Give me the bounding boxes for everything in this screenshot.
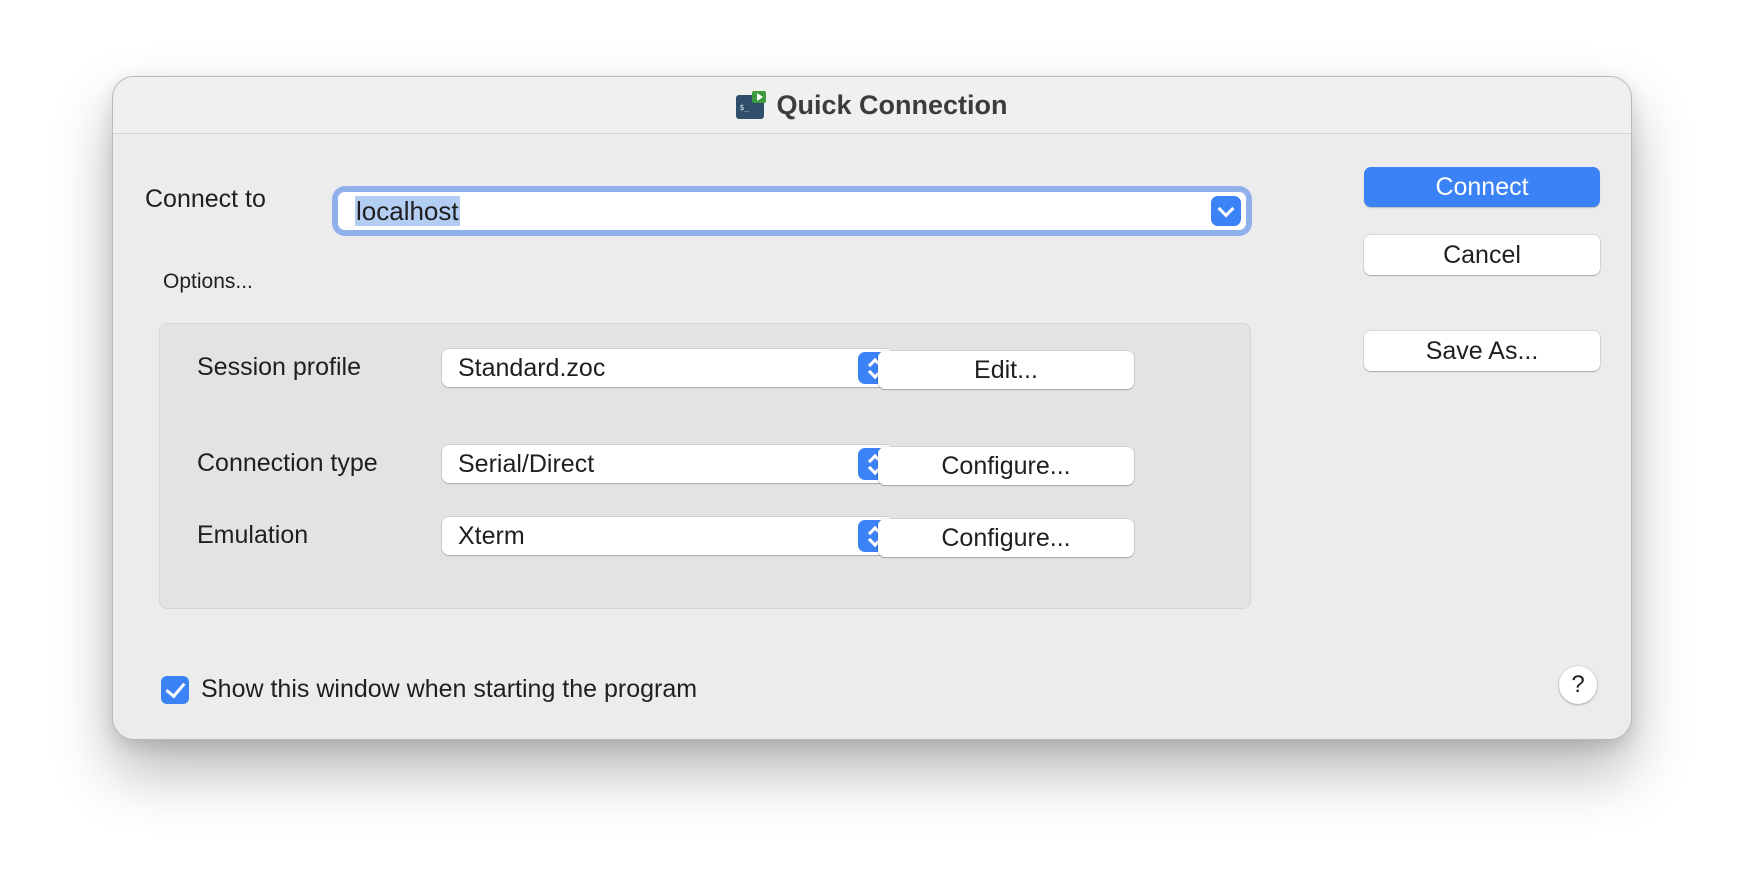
emulation-select[interactable]: Xterm — [442, 517, 894, 555]
session-profile-value: Standard.zoc — [458, 354, 606, 382]
quick-connection-window: $_ Quick Connection Connect to localhost… — [112, 76, 1632, 740]
chevron-down-icon — [1217, 200, 1235, 218]
connection-type-select[interactable]: Serial/Direct — [442, 445, 894, 483]
session-profile-select[interactable]: Standard.zoc — [442, 349, 894, 387]
emulation-value: Xterm — [458, 522, 525, 550]
configure-emulation-button[interactable]: Configure... — [878, 519, 1134, 557]
edit-session-profile-button[interactable]: Edit... — [878, 351, 1134, 389]
title-bar: $_ Quick Connection — [113, 77, 1631, 134]
show-on-start-label[interactable]: Show this window when starting the progr… — [201, 675, 697, 704]
connect-to-label: Connect to — [145, 185, 266, 213]
connect-to-combobox[interactable]: localhost — [337, 191, 1247, 231]
session-profile-label: Session profile — [197, 353, 361, 381]
emulation-label: Emulation — [197, 521, 309, 549]
configure-connection-button[interactable]: Configure... — [878, 447, 1134, 485]
terminal-play-icon: $_ — [736, 91, 767, 119]
connect-to-dropdown-button[interactable] — [1211, 196, 1241, 226]
help-button[interactable]: ? — [1559, 666, 1597, 704]
connection-type-label: Connection type — [197, 449, 378, 477]
show-on-start-checkbox[interactable] — [161, 676, 189, 704]
options-panel: Session profile Standard.zoc Edit... Con… — [159, 323, 1251, 609]
checkmark-icon — [165, 677, 186, 699]
window-title: Quick Connection — [776, 89, 1008, 120]
cancel-button[interactable]: Cancel — [1364, 235, 1600, 275]
connect-to-input[interactable]: localhost — [355, 196, 460, 226]
save-as-button[interactable]: Save As... — [1364, 331, 1600, 371]
connect-button[interactable]: Connect — [1364, 167, 1600, 207]
connection-type-value: Serial/Direct — [458, 450, 595, 478]
options-label: Options... — [163, 270, 253, 293]
